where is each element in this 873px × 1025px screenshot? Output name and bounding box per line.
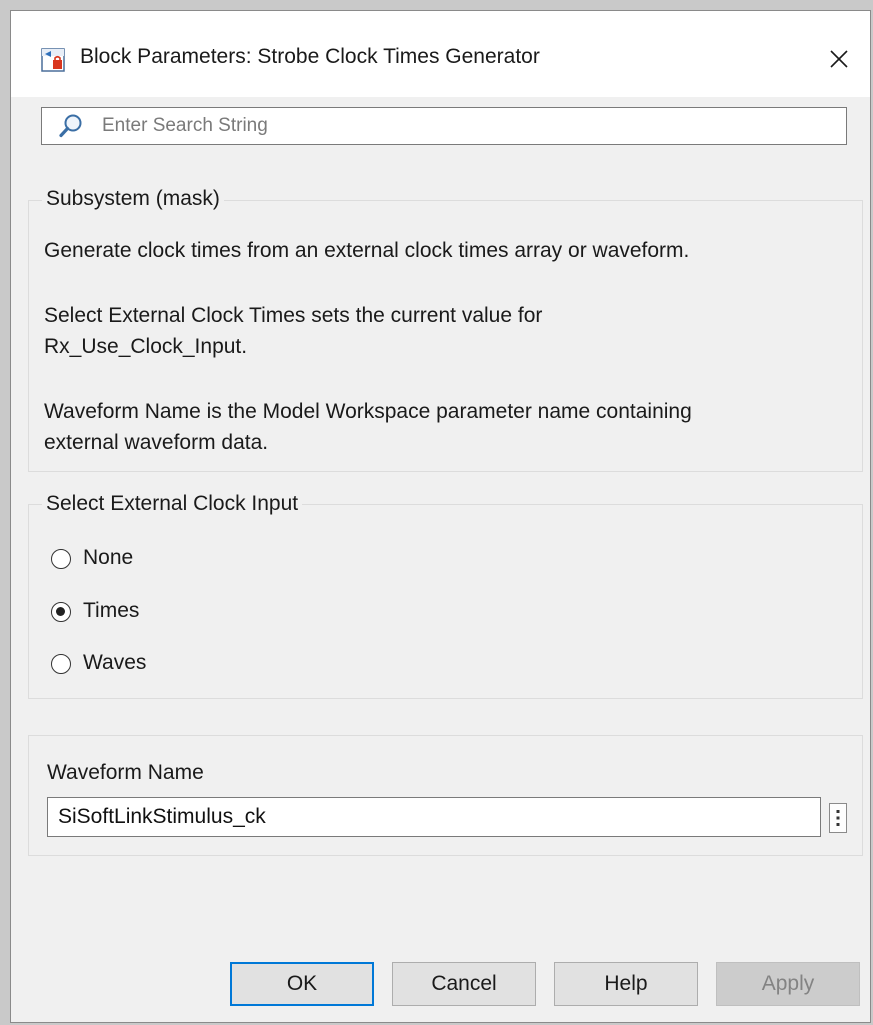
help-button[interactable]: Help [554,962,698,1006]
radio-label-none: None [83,546,134,569]
close-button[interactable] [819,39,859,79]
waveform-name-label: Waveform Name [47,761,204,784]
radio-label-waves: Waves [83,651,147,674]
description-line-1: Generate clock times from an external cl… [44,239,690,262]
clock-input-group [28,504,863,699]
description-line-4: Waveform Name is the Model Workspace par… [44,400,692,423]
ok-button[interactable]: OK [230,962,374,1006]
block-parameters-dialog: Block Parameters: Strobe Clock Times Gen… [11,11,870,1022]
radio-button-times[interactable] [51,602,71,622]
title-bar[interactable]: Block Parameters: Strobe Clock Times Gen… [11,11,870,97]
radio-label-times: Times [83,599,140,622]
apply-button[interactable]: Apply [716,962,860,1006]
simulink-block-icon [41,48,65,72]
radio-button-none[interactable] [51,549,71,569]
description-line-3: Rx_Use_Clock_Input. [44,335,248,358]
description-line-5: external waveform data. [44,431,269,454]
waveform-options-button[interactable] [829,803,847,833]
waveform-name-field[interactable] [47,797,821,837]
search-icon [59,114,82,138]
description-group-legend: Subsystem (mask) [42,187,224,211]
radio-button-waves[interactable] [51,654,71,674]
clock-input-group-legend: Select External Clock Input [42,492,303,516]
dialog-title: Block Parameters: Strobe Clock Times Gen… [80,45,540,68]
waveform-group [28,735,863,856]
description-line-2: Select External Clock Times sets the cur… [44,304,543,327]
radio-selected-dot [56,607,65,616]
vertical-ellipsis-icon [836,810,840,826]
close-icon [830,50,848,68]
search-input[interactable] [102,109,832,143]
cancel-button[interactable]: Cancel [392,962,536,1006]
search-box [41,107,847,145]
